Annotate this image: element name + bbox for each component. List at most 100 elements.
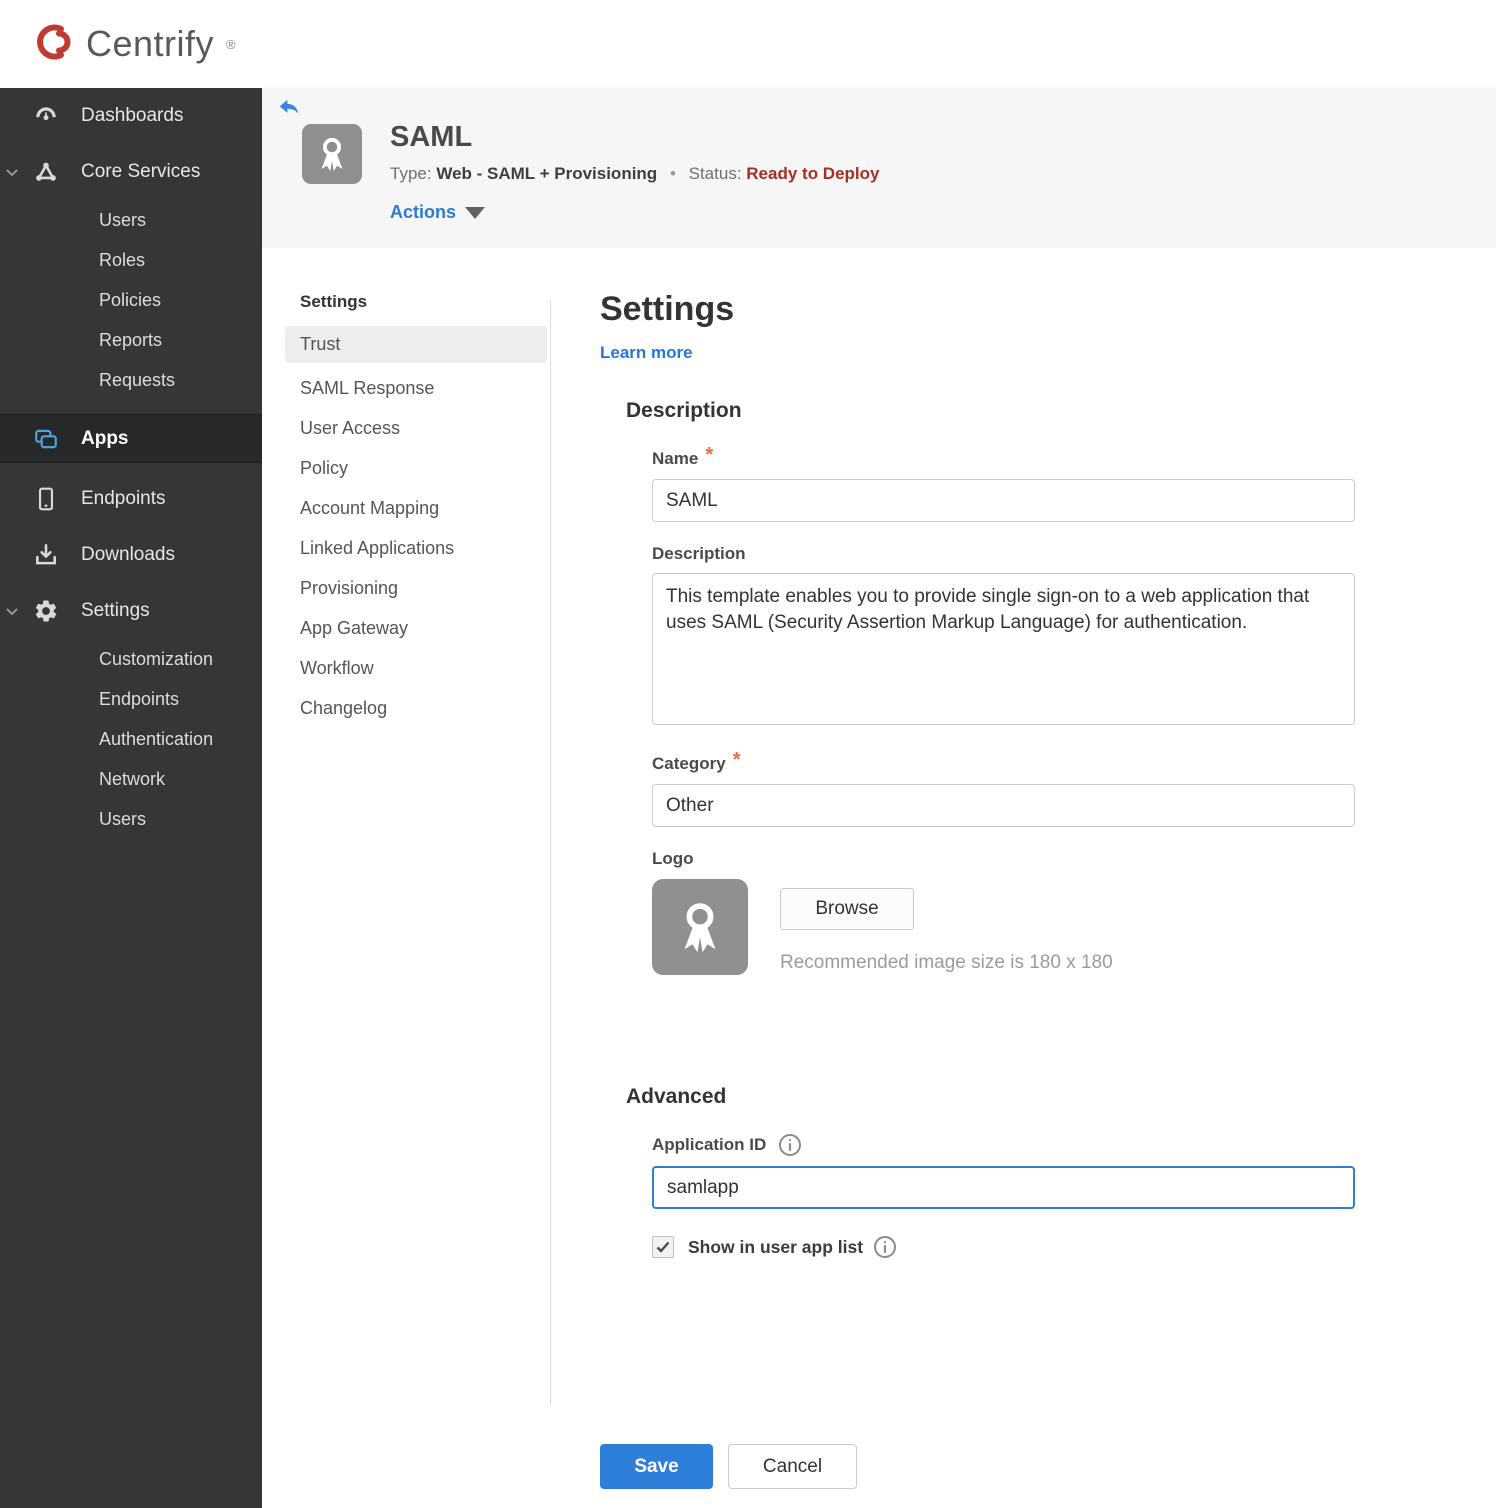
settings-panel: Settings Learn more Description Name * D… (600, 290, 1370, 1489)
subnav-item-linked-applications[interactable]: Linked Applications (285, 528, 547, 568)
advanced-fields: Application ID Show in user app list (652, 1133, 1355, 1259)
name-label: Name (652, 448, 699, 468)
centrify-logo-icon (30, 19, 76, 70)
info-icon[interactable] (873, 1235, 897, 1259)
form-actions: Save Cancel (600, 1444, 1370, 1489)
logo-controls: Browse Recommended image size is 180 x 1… (780, 879, 1113, 975)
required-asterisk: * (705, 444, 714, 466)
sidebar-item-label: Core Services (81, 161, 201, 182)
content-area: Settings Trust SAML Response User Access… (262, 248, 1496, 1508)
sidebar-item-roles[interactable]: Roles (0, 240, 262, 280)
sidebar-item-label: Settings (81, 600, 150, 621)
core-services-icon (33, 159, 59, 185)
ribbon-icon (684, 903, 716, 953)
logo-label: Logo (652, 849, 694, 868)
description-fields: Name * Description This template enables… (652, 444, 1355, 975)
cancel-button[interactable]: Cancel (728, 1444, 857, 1489)
gauge-icon (33, 103, 59, 129)
application-id-field[interactable] (652, 1166, 1355, 1209)
subnav-item-user-access[interactable]: User Access (285, 408, 547, 448)
gear-icon (33, 598, 59, 624)
status-value: Ready to Deploy (746, 164, 880, 183)
checkmark-icon (656, 1241, 670, 1253)
brand-name: Centrify (86, 23, 215, 64)
subnav-item-workflow[interactable]: Workflow (285, 648, 547, 688)
save-button[interactable]: Save (600, 1444, 713, 1489)
sidebar-item-users[interactable]: Users (0, 200, 262, 240)
description-section-heading: Description (626, 399, 742, 422)
category-label: Category (652, 753, 726, 773)
app-logo-preview (652, 879, 748, 975)
dropdown-triangle-icon (465, 206, 486, 219)
subnav-heading: Settings (300, 292, 368, 311)
category-label-row: Category * (652, 749, 1355, 775)
app-logo-badge (302, 124, 362, 184)
show-in-app-list-row: Show in user app list (652, 1235, 1355, 1259)
name-label-row: Name * (652, 444, 1355, 470)
sidebar-item-dashboards[interactable]: Dashboards (0, 88, 262, 144)
sidebar-item-settings[interactable]: Settings (0, 583, 262, 639)
top-bar: Centrify ® (0, 0, 1496, 88)
sidebar-item-authentication[interactable]: Authentication (0, 719, 262, 759)
app-header: SAML Type: Web - SAML + Provisioning • S… (262, 88, 1496, 248)
vertical-divider (550, 300, 551, 1405)
sidebar-item-label: Downloads (81, 544, 175, 565)
required-asterisk: * (732, 749, 741, 771)
sidebar-item-label: Apps (81, 427, 129, 449)
learn-more-link[interactable]: Learn more (600, 343, 693, 363)
meta-separator: • (669, 164, 676, 183)
subnav-item-saml-response[interactable]: SAML Response (285, 368, 547, 408)
show-in-app-list-checkbox[interactable] (652, 1236, 674, 1258)
back-arrow-icon[interactable] (276, 95, 302, 121)
application-id-label: Application ID (652, 1135, 767, 1154)
subnav-item-account-mapping[interactable]: Account Mapping (285, 488, 547, 528)
type-label: Type: (390, 164, 432, 183)
sidebar: Dashboards Core Services Users Roles Pol… (0, 88, 262, 1508)
sidebar-item-settings-endpoints[interactable]: Endpoints (0, 679, 262, 719)
sidebar-item-label: Endpoints (81, 488, 166, 509)
brand-logo: Centrify ® (30, 19, 236, 70)
sidebar-item-endpoints[interactable]: Endpoints (0, 471, 262, 527)
description-field[interactable]: This template enables you to provide sin… (652, 573, 1355, 725)
subnav-item-changelog[interactable]: Changelog (285, 688, 547, 728)
info-icon[interactable] (778, 1133, 802, 1157)
sidebar-item-core-services[interactable]: Core Services (0, 144, 262, 200)
sidebar-item-reports[interactable]: Reports (0, 320, 262, 360)
name-field[interactable] (652, 479, 1355, 522)
sidebar-item-network[interactable]: Network (0, 759, 262, 799)
sidebar-item-requests[interactable]: Requests (0, 360, 262, 400)
subnav-item-provisioning[interactable]: Provisioning (285, 568, 547, 608)
actions-menu-button[interactable]: Actions (390, 202, 486, 223)
sidebar-item-settings-users[interactable]: Users (0, 799, 262, 839)
download-icon (33, 542, 59, 568)
page-title: SAML (390, 121, 473, 153)
type-value: Web - SAML + Provisioning (436, 164, 658, 183)
app-meta: Type: Web - SAML + Provisioning • Status… (390, 164, 879, 184)
device-icon (33, 486, 59, 512)
sidebar-item-label: Dashboards (81, 105, 184, 126)
chevron-down-icon[interactable] (4, 603, 20, 619)
settings-subnav: Settings Trust SAML Response User Access… (285, 292, 547, 728)
panel-title: Settings (600, 290, 735, 328)
show-in-app-list-label: Show in user app list (688, 1236, 864, 1257)
sidebar-item-downloads[interactable]: Downloads (0, 527, 262, 583)
chevron-down-icon[interactable] (4, 164, 20, 180)
logo-size-hint: Recommended image size is 180 x 180 (780, 952, 1113, 973)
subnav-item-app-gateway[interactable]: App Gateway (285, 608, 547, 648)
sidebar-item-customization[interactable]: Customization (0, 639, 262, 679)
ribbon-icon (321, 137, 343, 172)
subnav-item-policy[interactable]: Policy (285, 448, 547, 488)
subnav-item-trust[interactable]: Trust (285, 326, 547, 363)
advanced-section-heading: Advanced (626, 1085, 727, 1108)
logo-row: Browse Recommended image size is 180 x 1… (652, 879, 1355, 975)
sidebar-item-apps[interactable]: Apps (0, 414, 262, 463)
registered-mark: ® (226, 36, 236, 52)
logo-label-row: Logo (652, 849, 1355, 869)
browse-button[interactable]: Browse (780, 888, 914, 930)
sidebar-item-policies[interactable]: Policies (0, 280, 262, 320)
category-field[interactable] (652, 784, 1355, 827)
actions-label: Actions (390, 202, 457, 222)
description-label: Description (652, 544, 746, 563)
apps-icon (33, 426, 59, 452)
app-id-label-row: Application ID (652, 1133, 1355, 1157)
